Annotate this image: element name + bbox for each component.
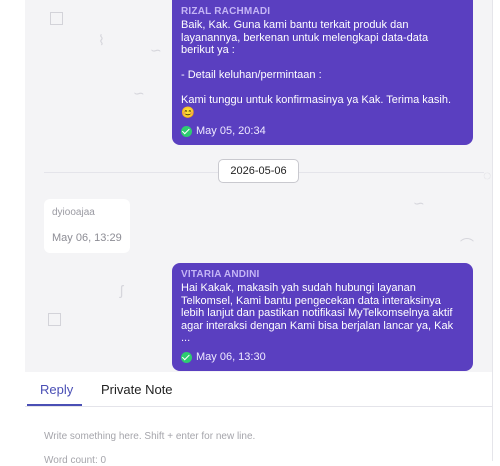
tab-active-indicator <box>27 404 82 406</box>
message-sender: RIZAL RACHMADI <box>181 6 271 17</box>
message-time: May 06, 13:29 <box>52 232 122 244</box>
decor-circle-icon: ◌ <box>483 167 492 183</box>
message-meta: May 06, 13:30 <box>181 351 266 363</box>
message-bubble-outgoing: VITARIA ANDINI Hai Kakak, makasih yah su… <box>172 263 473 371</box>
reply-input[interactable]: Write something here. Shift + enter for … <box>44 431 255 442</box>
message-time: May 06, 13:30 <box>196 351 266 363</box>
check-circle-icon <box>181 351 192 363</box>
tab-private-note[interactable]: Private Note <box>101 382 173 397</box>
decor-squiggle-icon: ⌇ <box>98 32 105 48</box>
message-bubble-outgoing: RIZAL RACHMADI Baik, Kak. Guna kami bant… <box>172 0 473 145</box>
reply-tabs: Reply Private Note <box>25 372 492 407</box>
decor-squiggle-icon: ∽ <box>150 42 162 58</box>
chat-area: ⌇ ∽ ∽ ◌ ∽ ⌒ ◌ ʃ RIZAL RACHMADI Baik, Kak… <box>25 0 492 372</box>
right-panel-edge <box>492 0 500 461</box>
check-circle-icon <box>181 125 192 137</box>
date-divider-label: 2026-05-06 <box>218 159 299 183</box>
message-text: dyiooajaa <box>52 207 95 218</box>
message-text: Baik, Kak. Guna kami bantu terkait produ… <box>181 19 452 119</box>
decor-squiggle-icon: ⌒ <box>460 237 474 253</box>
message-time: May 05, 20:34 <box>196 125 266 137</box>
message-text: Hai Kakak, makasih yah sudah hubungi lay… <box>181 282 457 344</box>
message-bubble-incoming: dyiooajaa May 06, 13:29 <box>44 199 130 253</box>
decor-squiggle-icon: ∽ <box>133 85 145 101</box>
decor-square-icon <box>50 12 63 25</box>
decor-square-icon <box>48 313 61 326</box>
tab-reply[interactable]: Reply <box>40 382 73 397</box>
decor-squiggle-icon: ʃ <box>120 282 124 298</box>
message-meta: May 05, 20:34 <box>181 125 266 137</box>
decor-squiggle-icon: ∽ <box>413 195 425 211</box>
left-strip <box>0 0 25 461</box>
message-sender: VITARIA ANDINI <box>181 269 260 280</box>
